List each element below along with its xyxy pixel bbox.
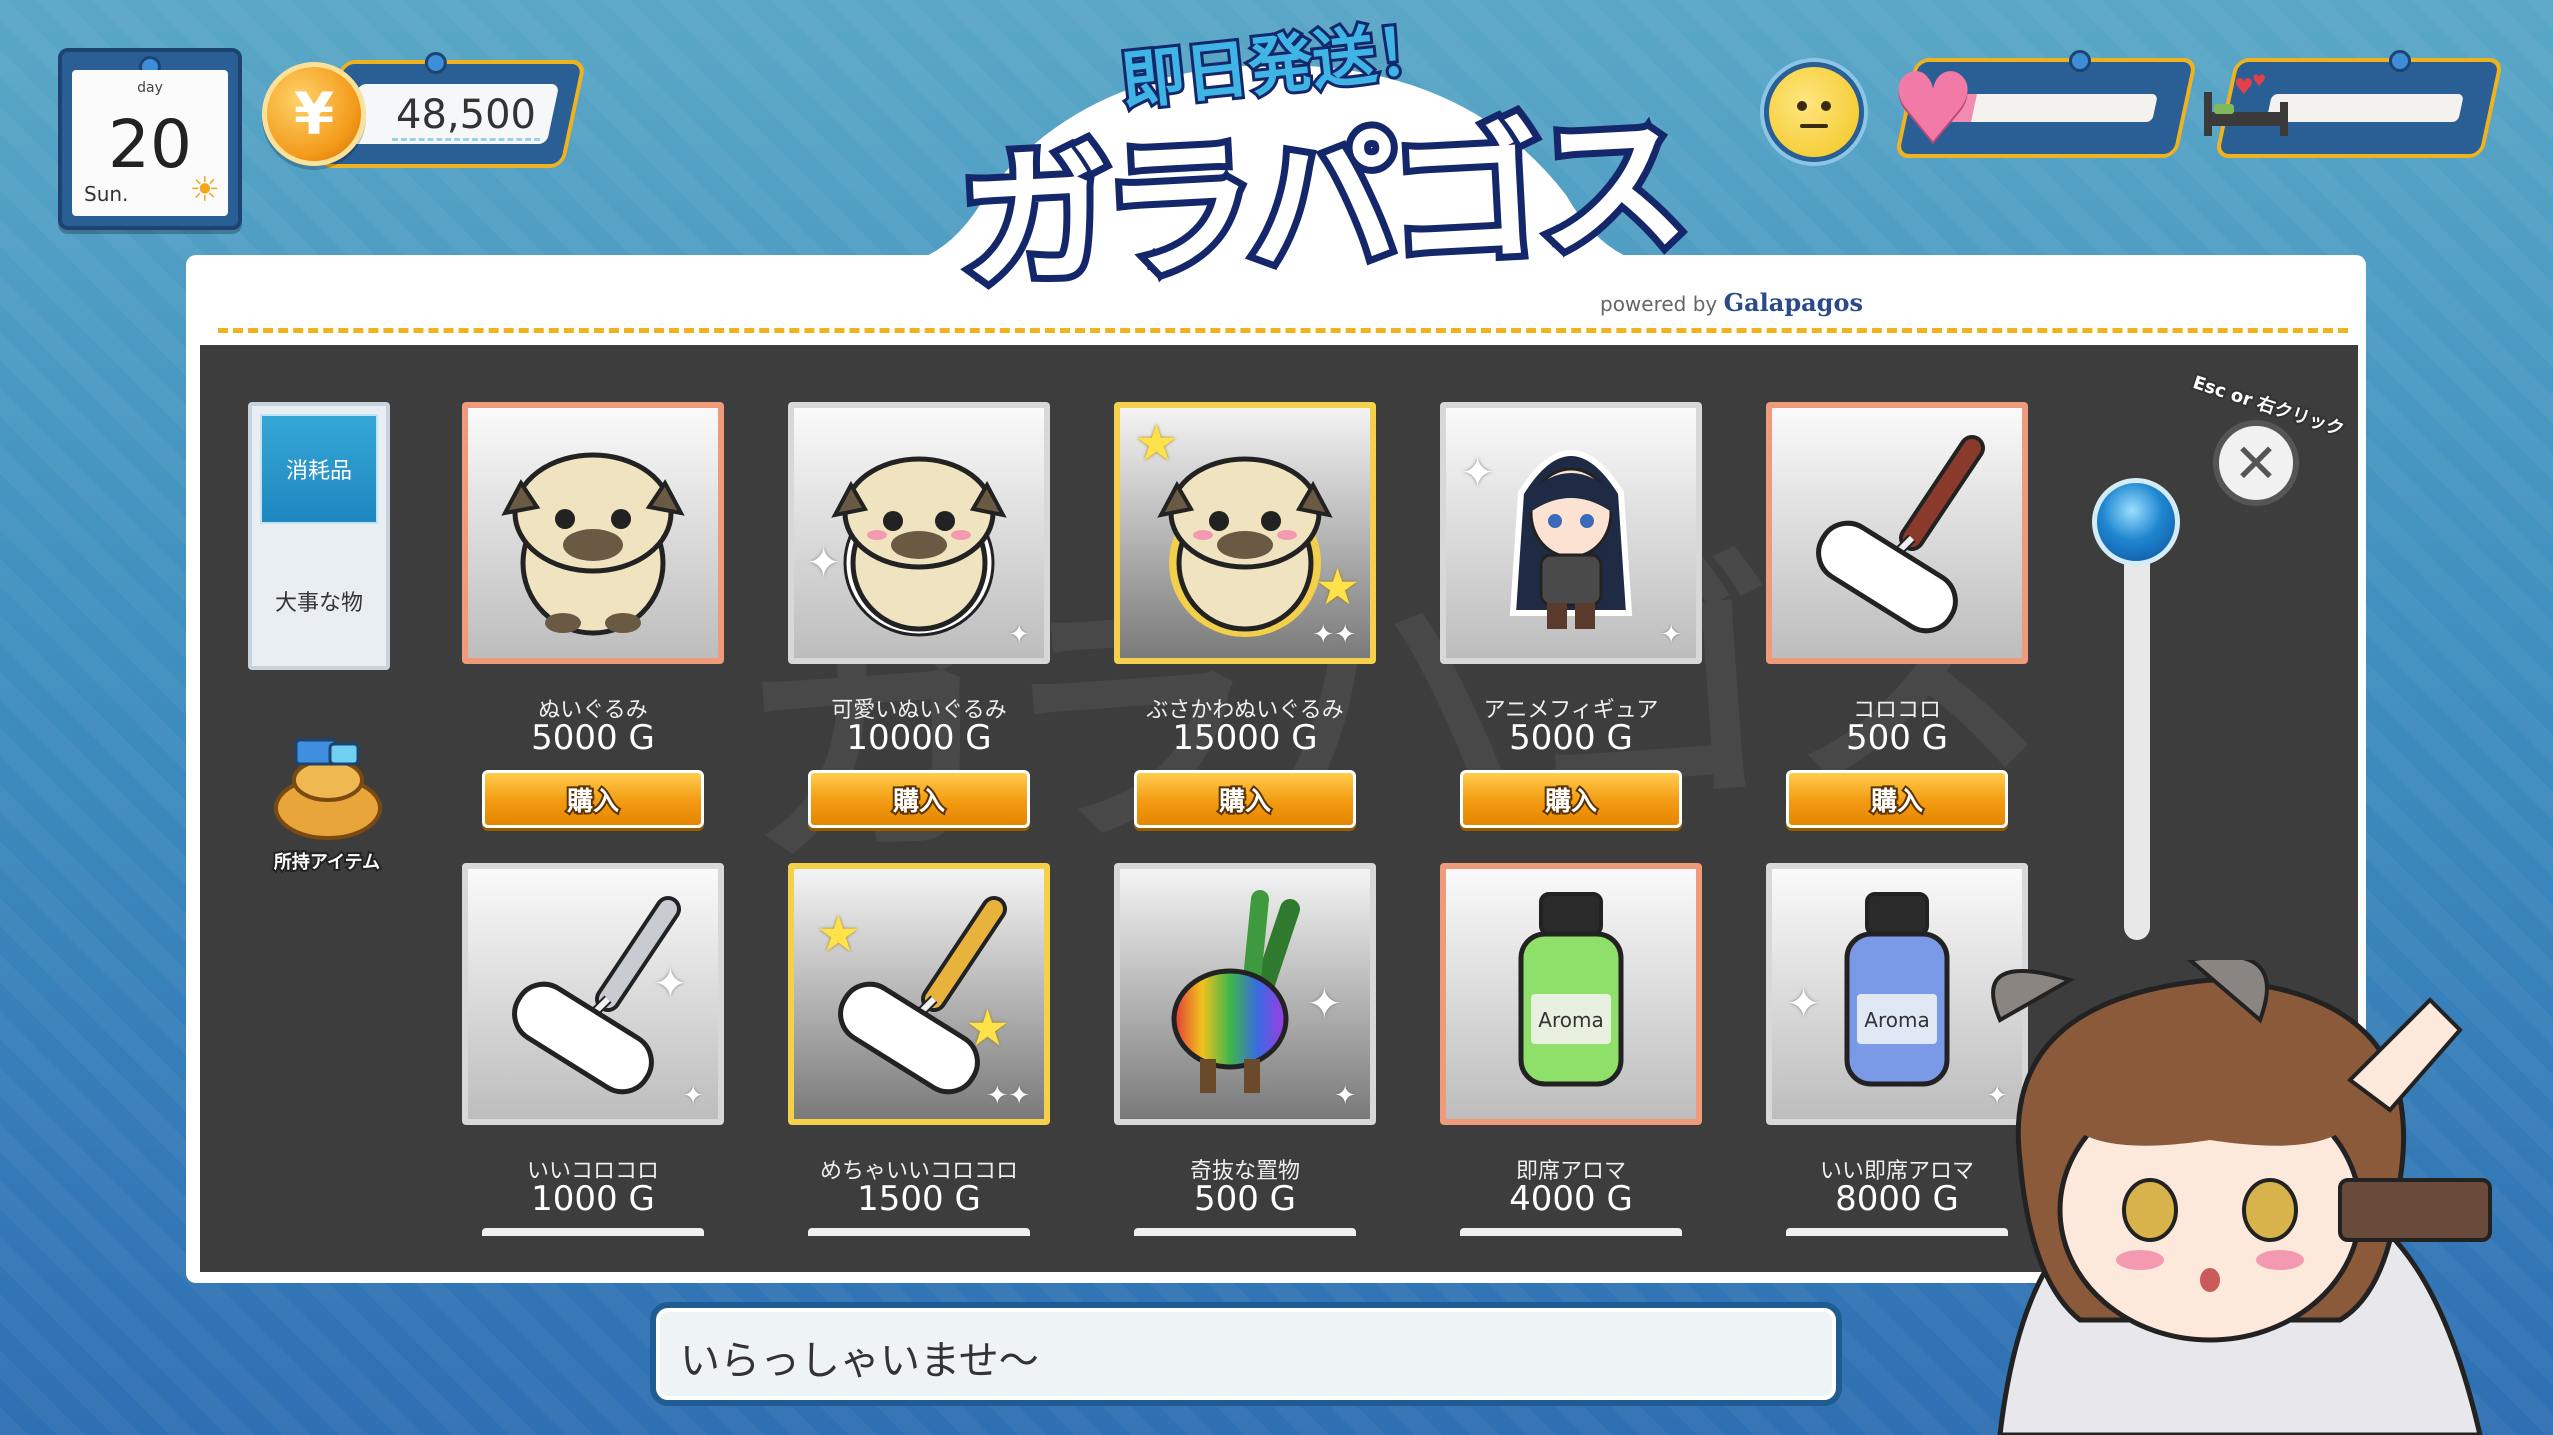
category-tabs: 消耗品 大事な物 xyxy=(248,402,390,670)
gold-sparkle-icon: ★ xyxy=(1315,558,1360,616)
sparkle-icon: ✦ xyxy=(1008,620,1030,650)
item-price: 1500 G xyxy=(857,1179,981,1219)
sparkle-icon: ✦ xyxy=(1786,979,1822,1028)
inventory-label: 所持アイテム xyxy=(272,850,382,875)
cute-plush-pug-icon xyxy=(808,422,1030,644)
sparkle-icon: ✦✦ xyxy=(1312,620,1356,650)
aroma-label: Aroma xyxy=(1538,1008,1603,1032)
sparkle-icon: ✦✦ xyxy=(986,1081,1030,1111)
item-price: 4000 G xyxy=(1509,1179,1633,1219)
sparkle-icon: ✦ xyxy=(1460,448,1496,497)
powered-by: powered by Galapagos xyxy=(1600,288,1863,317)
item-card[interactable]: ✦ ✦ xyxy=(1114,863,1376,1125)
pin-icon xyxy=(2388,50,2411,72)
buy-button[interactable] xyxy=(1460,1228,1682,1236)
buy-button[interactable]: 購入 xyxy=(482,770,704,828)
item-price: 5000 G xyxy=(1509,718,1633,758)
buy-button[interactable] xyxy=(482,1228,704,1236)
item-card[interactable] xyxy=(462,402,724,664)
item-price: 10000 G xyxy=(846,718,992,758)
tab-consumables[interactable]: 消耗品 xyxy=(260,414,378,524)
buy-button[interactable]: 購入 xyxy=(1134,770,1356,828)
sparkle-icon: ✦ xyxy=(1334,1081,1356,1111)
gold-sparkle-icon: ★ xyxy=(965,999,1010,1057)
item-card[interactable]: ✦ ✦ xyxy=(462,863,724,1125)
gold-sparkle-icon: ★ xyxy=(1134,414,1179,472)
sparkle-icon: ✦ xyxy=(682,1081,704,1111)
sparkle-icon: ✦ xyxy=(806,538,842,587)
close-icon: ✕ xyxy=(2233,431,2279,495)
sparkle-icon: ✦ xyxy=(652,959,688,1008)
item-card[interactable]: ★ ★ ✦✦ xyxy=(788,863,1050,1125)
weekday-label: Sun. xyxy=(84,182,129,206)
item-price: 1000 G xyxy=(531,1179,655,1219)
item-price: 15000 G xyxy=(1172,718,1318,758)
lint-roller-icon xyxy=(1786,422,2008,644)
item-card[interactable] xyxy=(1766,402,2028,664)
inventory-bag-icon[interactable] xyxy=(268,730,388,840)
item-card[interactable]: ★ ★ ✦✦ xyxy=(1114,402,1376,664)
item-price: 500 G xyxy=(1845,718,1949,758)
instant-aroma-icon: Aroma xyxy=(1460,883,1682,1105)
brand-name: Galapagos xyxy=(1723,288,1863,317)
shopkeeper-character xyxy=(1991,960,2492,1435)
sparkle-icon: ✦ xyxy=(1306,979,1342,1028)
buy-button[interactable]: 購入 xyxy=(1460,770,1682,828)
tab-key-items[interactable]: 大事な物 xyxy=(260,546,378,656)
dialog-text: いらっしゃいませ〜 xyxy=(680,1338,1039,1384)
item-card[interactable]: Aroma xyxy=(1440,863,1702,1125)
buy-button[interactable]: 購入 xyxy=(1786,770,2008,828)
item-card[interactable]: ✦ ✦ xyxy=(1440,402,1702,664)
gold-sparkle-icon: ★ xyxy=(816,905,861,963)
logo-title: ガラパゴス xyxy=(950,91,1694,317)
buy-button[interactable] xyxy=(1134,1228,1356,1236)
item-price: 500 G xyxy=(1193,1179,1297,1219)
close-button[interactable]: ✕ xyxy=(2213,420,2299,506)
item-price: 5000 G xyxy=(531,718,655,758)
buy-button[interactable] xyxy=(808,1228,1030,1236)
scrollbar-thumb[interactable] xyxy=(2092,478,2180,566)
divider xyxy=(218,328,2348,333)
scrollbar-track[interactable] xyxy=(2124,520,2150,940)
plush-pug-icon xyxy=(482,422,704,644)
sparkle-icon: ✦ xyxy=(1660,620,1682,650)
aroma-label: Aroma xyxy=(1864,1008,1929,1032)
item-card[interactable]: ✦ ✦ xyxy=(788,402,1050,664)
buy-button[interactable]: 購入 xyxy=(808,770,1030,828)
